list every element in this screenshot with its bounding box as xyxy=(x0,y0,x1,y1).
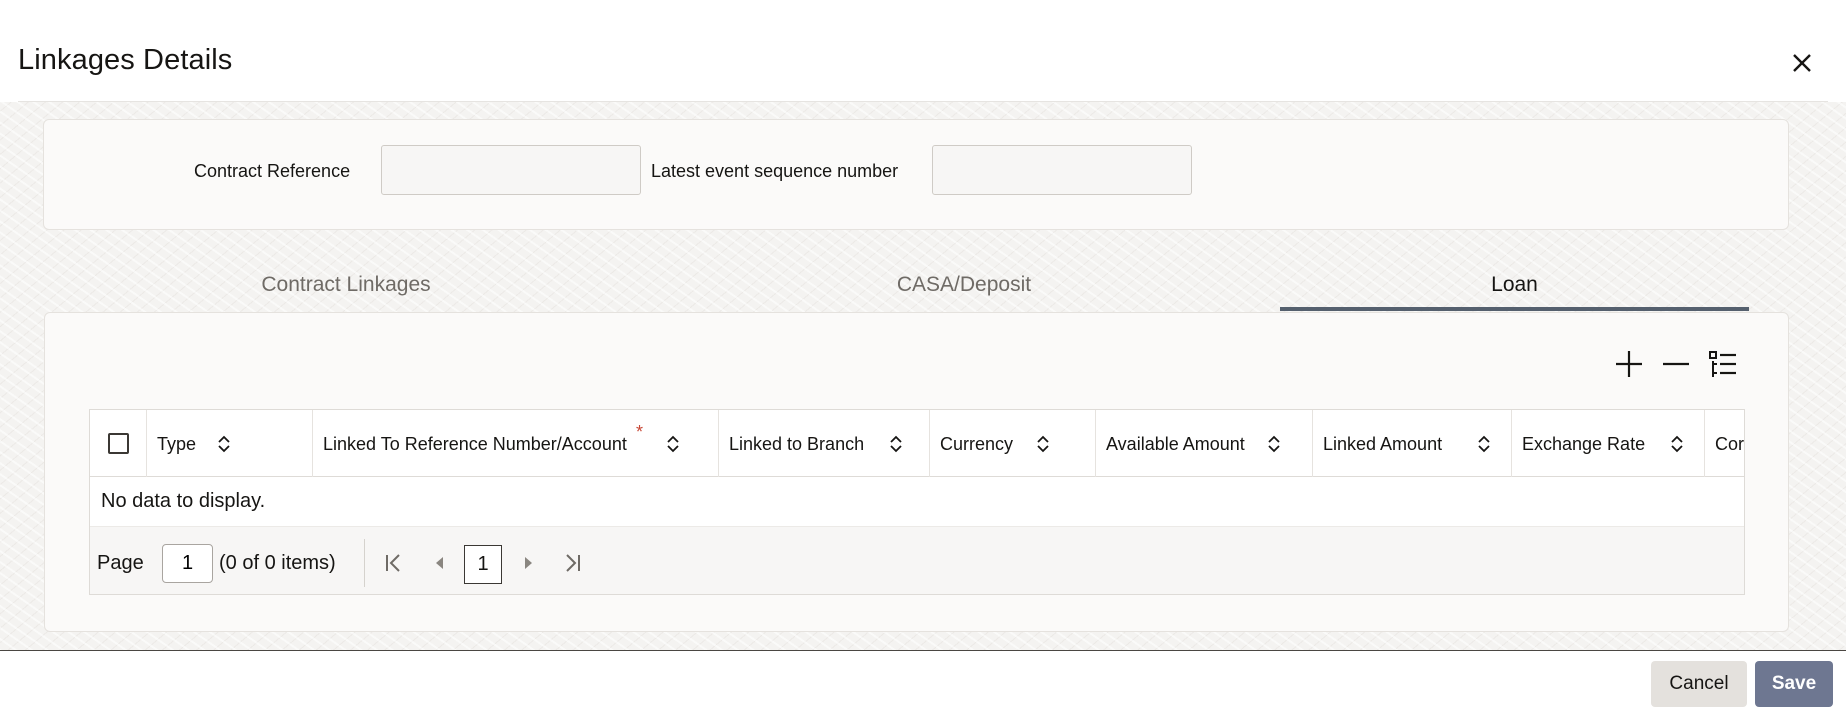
linkages-grid: Type Linked To Reference Number/Account … xyxy=(89,409,1745,595)
close-icon[interactable] xyxy=(1787,48,1817,78)
column-list-icon[interactable] xyxy=(1706,347,1740,381)
select-all-checkbox[interactable] xyxy=(108,433,129,454)
sort-icon[interactable] xyxy=(1036,434,1050,454)
sort-icon[interactable] xyxy=(889,434,903,454)
column-exchange-rate[interactable]: Exchange Rate xyxy=(1512,410,1705,477)
remove-icon[interactable] xyxy=(1659,347,1693,381)
sort-icon[interactable] xyxy=(1670,434,1684,454)
column-header-label: Linked To Reference Number/Account xyxy=(323,434,627,454)
last-page-icon[interactable] xyxy=(560,551,584,575)
tab-contract-linkages[interactable]: Contract Linkages xyxy=(150,262,542,312)
empty-message: No data to display. xyxy=(101,490,266,512)
column-currency[interactable]: Currency xyxy=(930,410,1096,477)
column-type[interactable]: Type xyxy=(147,410,313,477)
save-button[interactable]: Save xyxy=(1755,661,1833,707)
active-tab-indicator xyxy=(1280,307,1749,311)
required-marker: * xyxy=(636,422,644,442)
column-header-label: Linked to Branch xyxy=(729,434,865,454)
pager-divider xyxy=(364,539,365,587)
column-header-label: Type xyxy=(157,434,197,454)
next-page-icon[interactable] xyxy=(516,551,540,575)
column-linked-reference[interactable]: Linked To Reference Number/Account * xyxy=(313,410,719,477)
column-header-label: Cor xyxy=(1715,434,1745,454)
add-icon[interactable] xyxy=(1612,347,1646,381)
select-all-column xyxy=(90,410,147,477)
first-page-icon[interactable] xyxy=(382,551,406,575)
sort-icon[interactable] xyxy=(666,434,680,454)
grid-header: Type Linked To Reference Number/Account … xyxy=(90,410,1745,477)
contract-reference-label: Contract Reference xyxy=(194,161,351,181)
column-linked-branch[interactable]: Linked to Branch xyxy=(719,410,930,477)
column-linked-amount[interactable]: Linked Amount xyxy=(1313,410,1512,477)
pagination-bar: Page (0 of 0 items) 1 xyxy=(90,526,1744,594)
cancel-button[interactable]: Cancel xyxy=(1651,661,1747,707)
sort-icon[interactable] xyxy=(1477,434,1491,454)
current-page-button[interactable]: 1 xyxy=(464,545,502,584)
tab-loan[interactable]: Loan xyxy=(1280,262,1749,312)
column-header-label: Currency xyxy=(940,434,1014,454)
page-label: Page xyxy=(97,552,144,574)
sort-icon[interactable] xyxy=(217,434,231,454)
contract-info-panel: Contract Reference Latest event sequence… xyxy=(43,119,1789,230)
header-divider xyxy=(18,101,1828,102)
column-available-amount[interactable]: Available Amount xyxy=(1096,410,1313,477)
previous-page-icon[interactable] xyxy=(428,551,452,575)
column-header-label: Exchange Rate xyxy=(1522,434,1646,454)
dialog-footer: Cancel Save xyxy=(0,651,1846,717)
tab-casa-deposit[interactable]: CASA/Deposit xyxy=(770,262,1158,312)
dialog-title: Linkages Details xyxy=(18,44,233,76)
page-number-input[interactable] xyxy=(162,544,213,583)
column-truncated[interactable]: Cor xyxy=(1705,410,1745,477)
items-count: (0 of 0 items) xyxy=(219,552,336,574)
contract-reference-input[interactable] xyxy=(381,145,641,195)
latest-event-sequence-label: Latest event sequence number xyxy=(651,161,899,181)
column-header-label: Available Amount xyxy=(1106,434,1245,454)
latest-event-sequence-input[interactable] xyxy=(932,145,1192,195)
sort-icon[interactable] xyxy=(1267,434,1281,454)
tab-bar: Contract Linkages CASA/Deposit Loan xyxy=(0,262,1846,312)
dialog-header: Linkages Details xyxy=(0,0,1846,102)
column-header-label: Linked Amount xyxy=(1323,434,1443,454)
